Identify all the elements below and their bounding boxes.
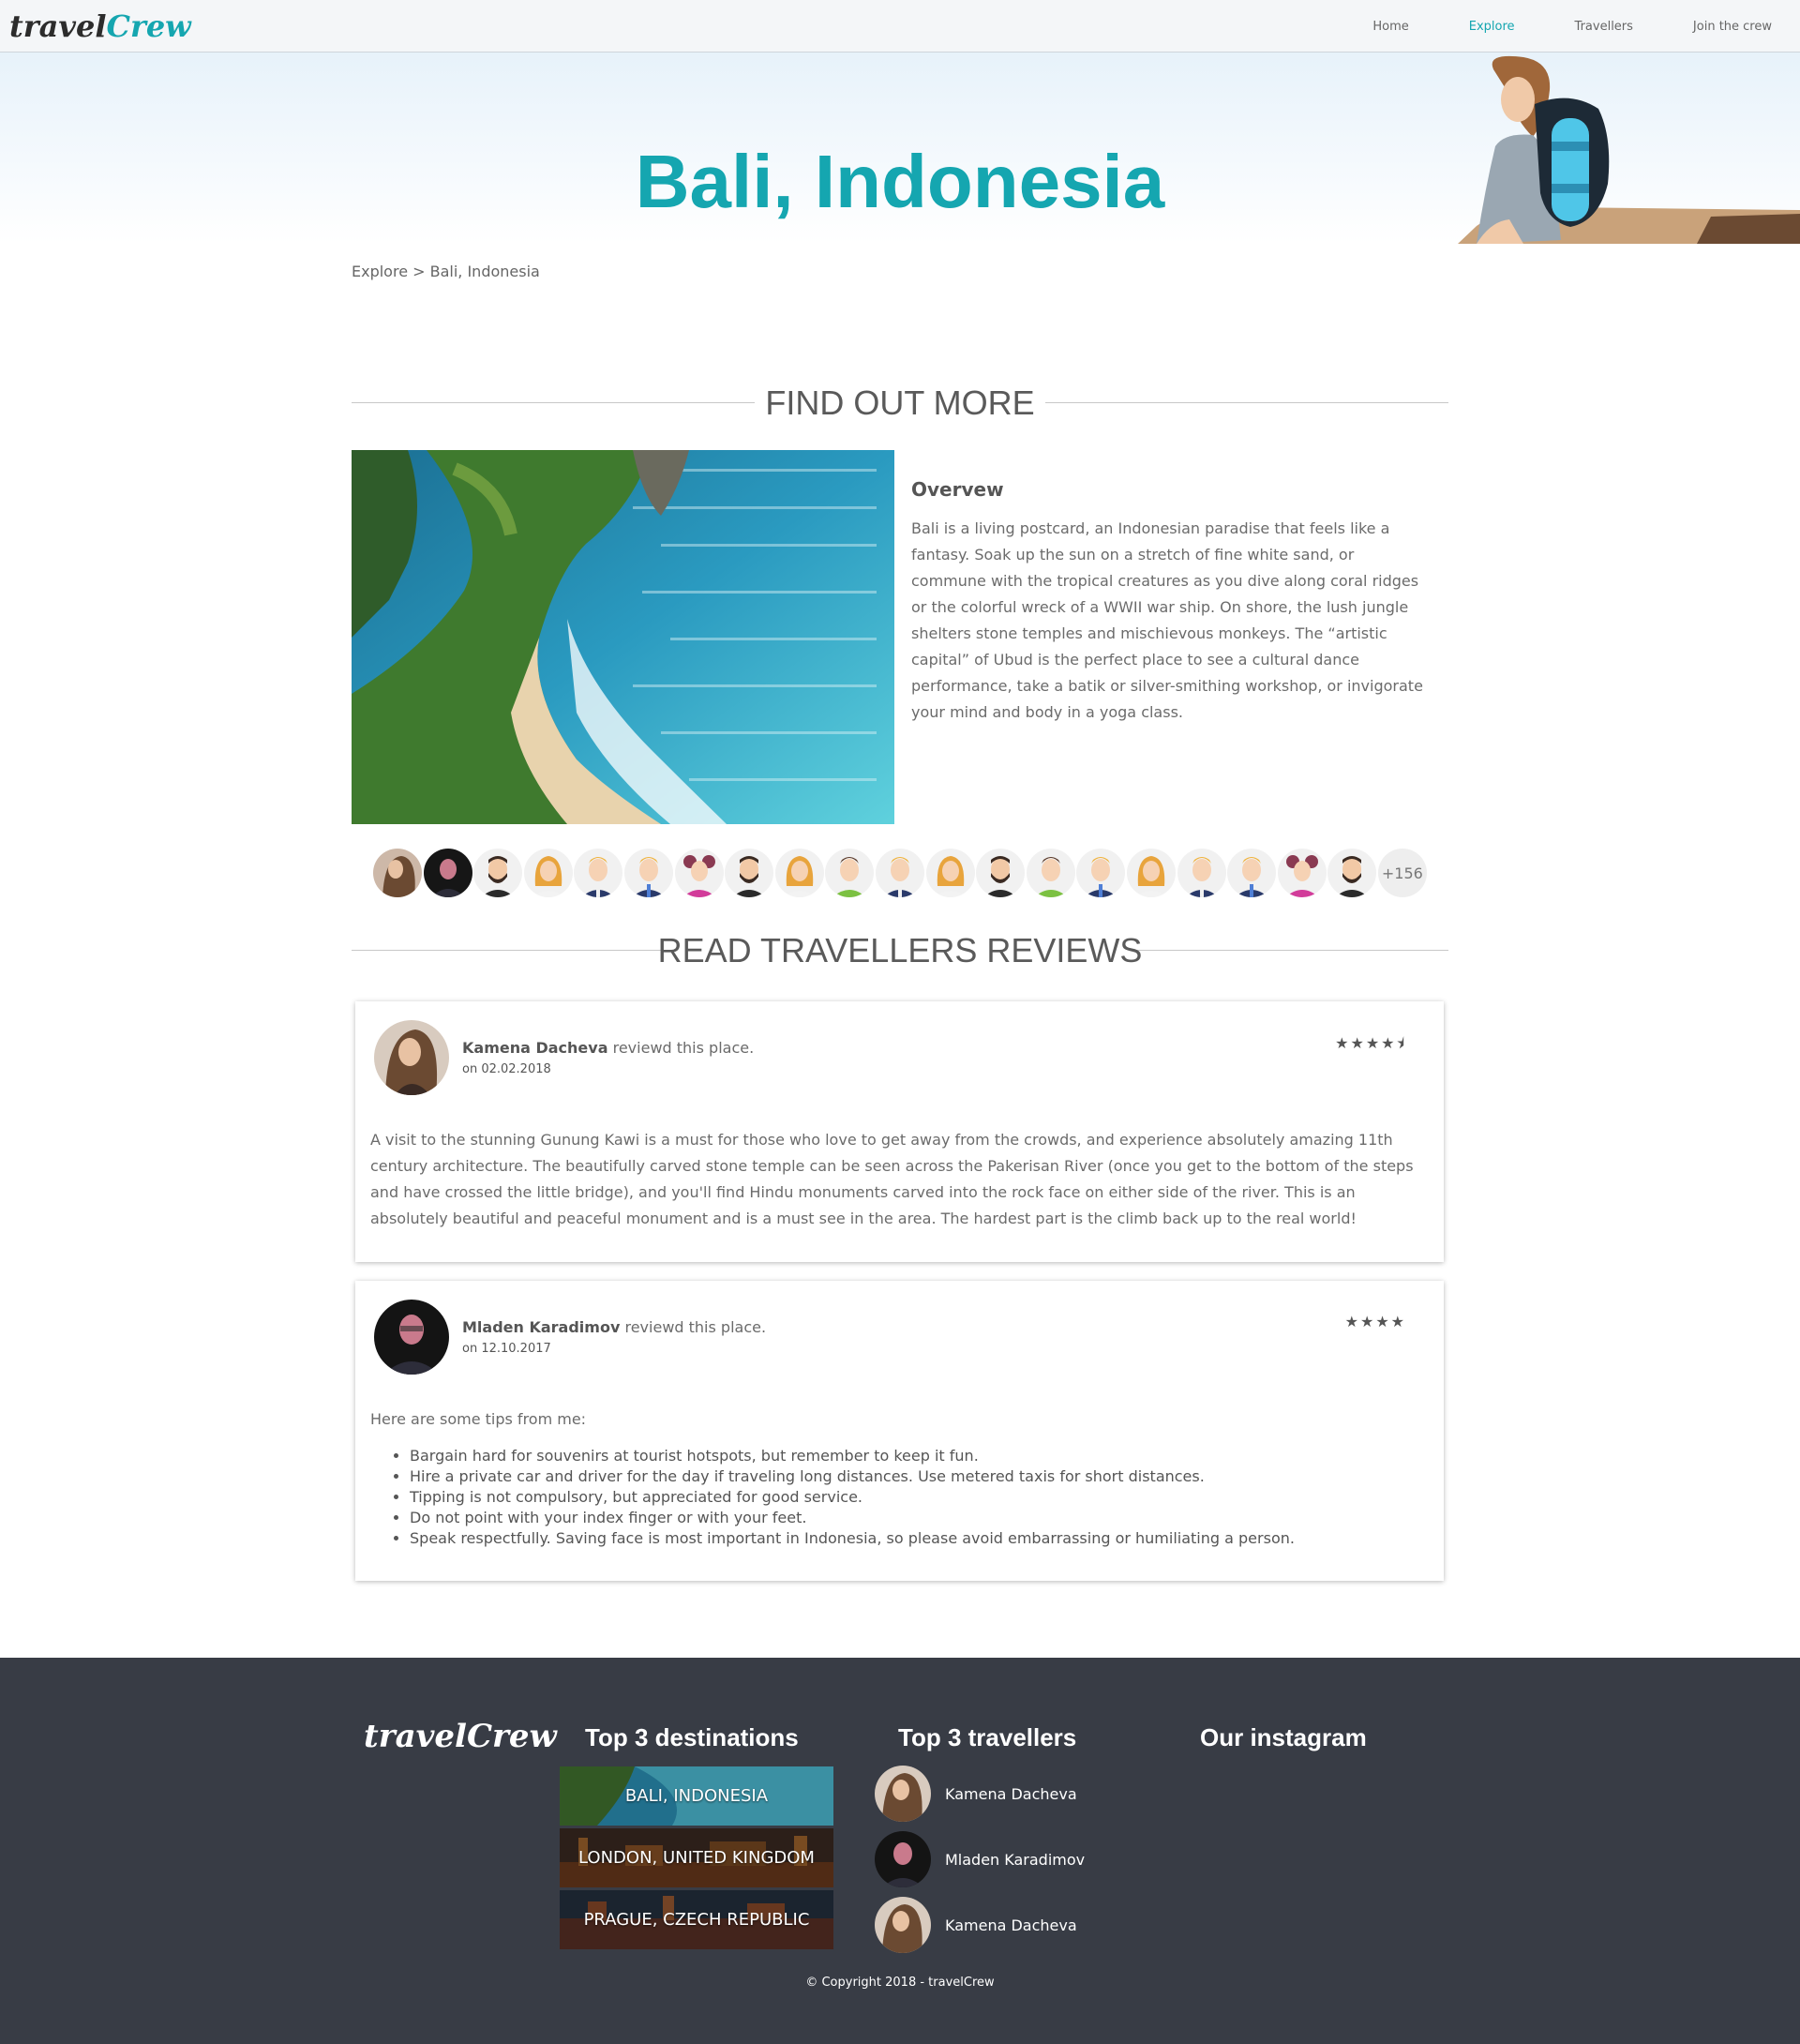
nav-menu: Home Explore Travellers Join the crew bbox=[1312, 0, 1772, 53]
list-item: Bargain hard for souvenirs at tourist ho… bbox=[410, 1446, 1424, 1466]
traveller-avatar[interactable] bbox=[523, 849, 573, 897]
top-destinations-heading: Top 3 destinations bbox=[585, 1723, 799, 1751]
reviews-title: READ TRAVELLERS REVIEWS bbox=[657, 931, 1143, 969]
traveller-avatar[interactable] bbox=[1026, 849, 1075, 897]
reviewer-avatar[interactable] bbox=[374, 1020, 449, 1095]
brand-logo[interactable]: travelCrew bbox=[9, 8, 191, 45]
destination-card-bali[interactable]: BALI, INDONESIA bbox=[560, 1766, 833, 1826]
traveller-avatar[interactable] bbox=[774, 849, 824, 897]
traveller-avatar[interactable] bbox=[674, 849, 724, 897]
list-item: Speak respectfully. Saving face is most … bbox=[410, 1528, 1424, 1549]
page-title: Bali, Indonesia bbox=[635, 140, 1165, 223]
destination-label: LONDON, UNITED KINGDOM bbox=[578, 1848, 815, 1868]
logo-text-travel: travel bbox=[9, 8, 107, 44]
reviews-heading: READ TRAVELLERS REVIEWS bbox=[352, 930, 1448, 971]
traveller-name: Mladen Karadimov bbox=[945, 1850, 1086, 1869]
reviewer-avatar[interactable] bbox=[374, 1300, 449, 1375]
travellers-avatar-strip: +156 bbox=[373, 849, 1427, 897]
copyright: © Copyright 2018 - travelCrew bbox=[805, 1976, 995, 1990]
find-out-more-heading: FIND OUT MORE bbox=[352, 383, 1448, 424]
top-traveller-item[interactable]: Mladen Karadimov bbox=[875, 1831, 1085, 1887]
review-date: on 02.02.2018 bbox=[462, 1062, 551, 1076]
traveller-avatar[interactable] bbox=[574, 849, 623, 897]
logo-text-crew: Crew bbox=[106, 8, 191, 44]
traveller-avatar[interactable] bbox=[825, 849, 875, 897]
reviewer-name[interactable]: Mladen Karadimov bbox=[462, 1318, 620, 1336]
bali-coast-photo bbox=[352, 450, 894, 824]
destination-label: PRAGUE, CZECH REPUBLIC bbox=[583, 1910, 810, 1930]
tips-list: Bargain hard for souvenirs at tourist ho… bbox=[393, 1446, 1424, 1549]
footer: travelCrew Top 3 destinations BALI, INDO… bbox=[0, 1658, 1800, 2044]
find-out-more-title: FIND OUT MORE bbox=[765, 383, 1035, 422]
traveller-avatar[interactable] bbox=[1277, 849, 1327, 897]
review-text: A visit to the stunning Gunung Kawi is a… bbox=[370, 1131, 1414, 1227]
top-navbar: travelCrew Home Explore Travellers Join … bbox=[0, 0, 1800, 53]
star-rating: ★★★★⯨ bbox=[1335, 1034, 1406, 1052]
traveller-avatar[interactable] bbox=[373, 849, 422, 897]
traveller-avatar[interactable] bbox=[473, 849, 523, 897]
review-header: Mladen Karadimov reviewd this place. bbox=[462, 1318, 766, 1336]
reviewer-name[interactable]: Kamena Dacheva bbox=[462, 1039, 608, 1057]
traveller-avatar[interactable] bbox=[1126, 849, 1176, 897]
review-header: Kamena Dacheva reviewd this place. bbox=[462, 1039, 754, 1057]
list-item: Hire a private car and driver for the da… bbox=[410, 1466, 1424, 1487]
traveller-avatar[interactable] bbox=[423, 849, 472, 897]
traveller-name: Kamena Dacheva bbox=[945, 1784, 1077, 1803]
review-card: Mladen Karadimov reviewd this place. on … bbox=[355, 1281, 1444, 1581]
top-traveller-item[interactable]: Kamena Dacheva bbox=[875, 1766, 1077, 1822]
destination-card-prague[interactable]: PRAGUE, CZECH REPUBLIC bbox=[560, 1890, 833, 1949]
top-traveller-item[interactable]: Kamena Dacheva bbox=[875, 1897, 1077, 1953]
traveller-avatar bbox=[875, 1831, 931, 1887]
traveller-name: Kamena Dacheva bbox=[945, 1916, 1077, 1934]
review-verb: reviewd this place. bbox=[624, 1318, 767, 1336]
traveller-avatar[interactable] bbox=[623, 849, 673, 897]
traveller-avatar[interactable] bbox=[976, 849, 1026, 897]
traveller-avatar bbox=[875, 1766, 931, 1822]
nav-explore[interactable]: Explore bbox=[1469, 20, 1515, 34]
review-verb: reviewd this place. bbox=[612, 1039, 755, 1057]
list-item: Do not point with your index finger or w… bbox=[410, 1508, 1424, 1528]
traveller-avatar[interactable] bbox=[1328, 849, 1377, 897]
review-intro: Here are some tips from me: bbox=[370, 1410, 587, 1428]
destination-label: BALI, INDONESIA bbox=[624, 1786, 769, 1806]
footer-logo-travel: travel bbox=[364, 1718, 467, 1755]
destination-card-london[interactable]: LONDON, UNITED KINGDOM bbox=[560, 1828, 833, 1887]
traveller-avatar[interactable] bbox=[875, 849, 924, 897]
overview-title: Overvew bbox=[911, 478, 1004, 501]
traveller-avatar bbox=[875, 1897, 931, 1953]
nav-join-the-crew[interactable]: Join the crew bbox=[1693, 20, 1772, 34]
traveller-avatar[interactable] bbox=[1177, 849, 1226, 897]
star-rating: ★★★★ bbox=[1344, 1313, 1406, 1330]
review-date: on 12.10.2017 bbox=[462, 1342, 551, 1356]
instagram-heading: Our instagram bbox=[1200, 1723, 1367, 1751]
breadcrumb[interactable]: Explore > Bali, Indonesia bbox=[352, 263, 540, 280]
overview-text: Bali is a living postcard, an Indonesian… bbox=[911, 519, 1423, 721]
traveller-avatar[interactable] bbox=[1227, 849, 1277, 897]
more-travellers-count[interactable]: +156 bbox=[1377, 849, 1427, 897]
hero-banner: Bali, Indonesia bbox=[0, 53, 1800, 244]
traveller-avatar[interactable] bbox=[725, 849, 774, 897]
traveller-avatar[interactable] bbox=[925, 849, 975, 897]
footer-logo[interactable]: travelCrew bbox=[364, 1718, 557, 1755]
top-travellers-heading: Top 3 travellers bbox=[898, 1723, 1077, 1751]
nav-home[interactable]: Home bbox=[1372, 20, 1408, 34]
footer-logo-crew: Crew bbox=[466, 1718, 557, 1755]
list-item: Tipping is not compulsory, but appreciat… bbox=[410, 1487, 1424, 1508]
nav-travellers[interactable]: Travellers bbox=[1575, 20, 1633, 34]
review-card: Kamena Dacheva reviewd this place. on 02… bbox=[355, 1001, 1444, 1262]
traveller-avatar[interactable] bbox=[1076, 849, 1126, 897]
